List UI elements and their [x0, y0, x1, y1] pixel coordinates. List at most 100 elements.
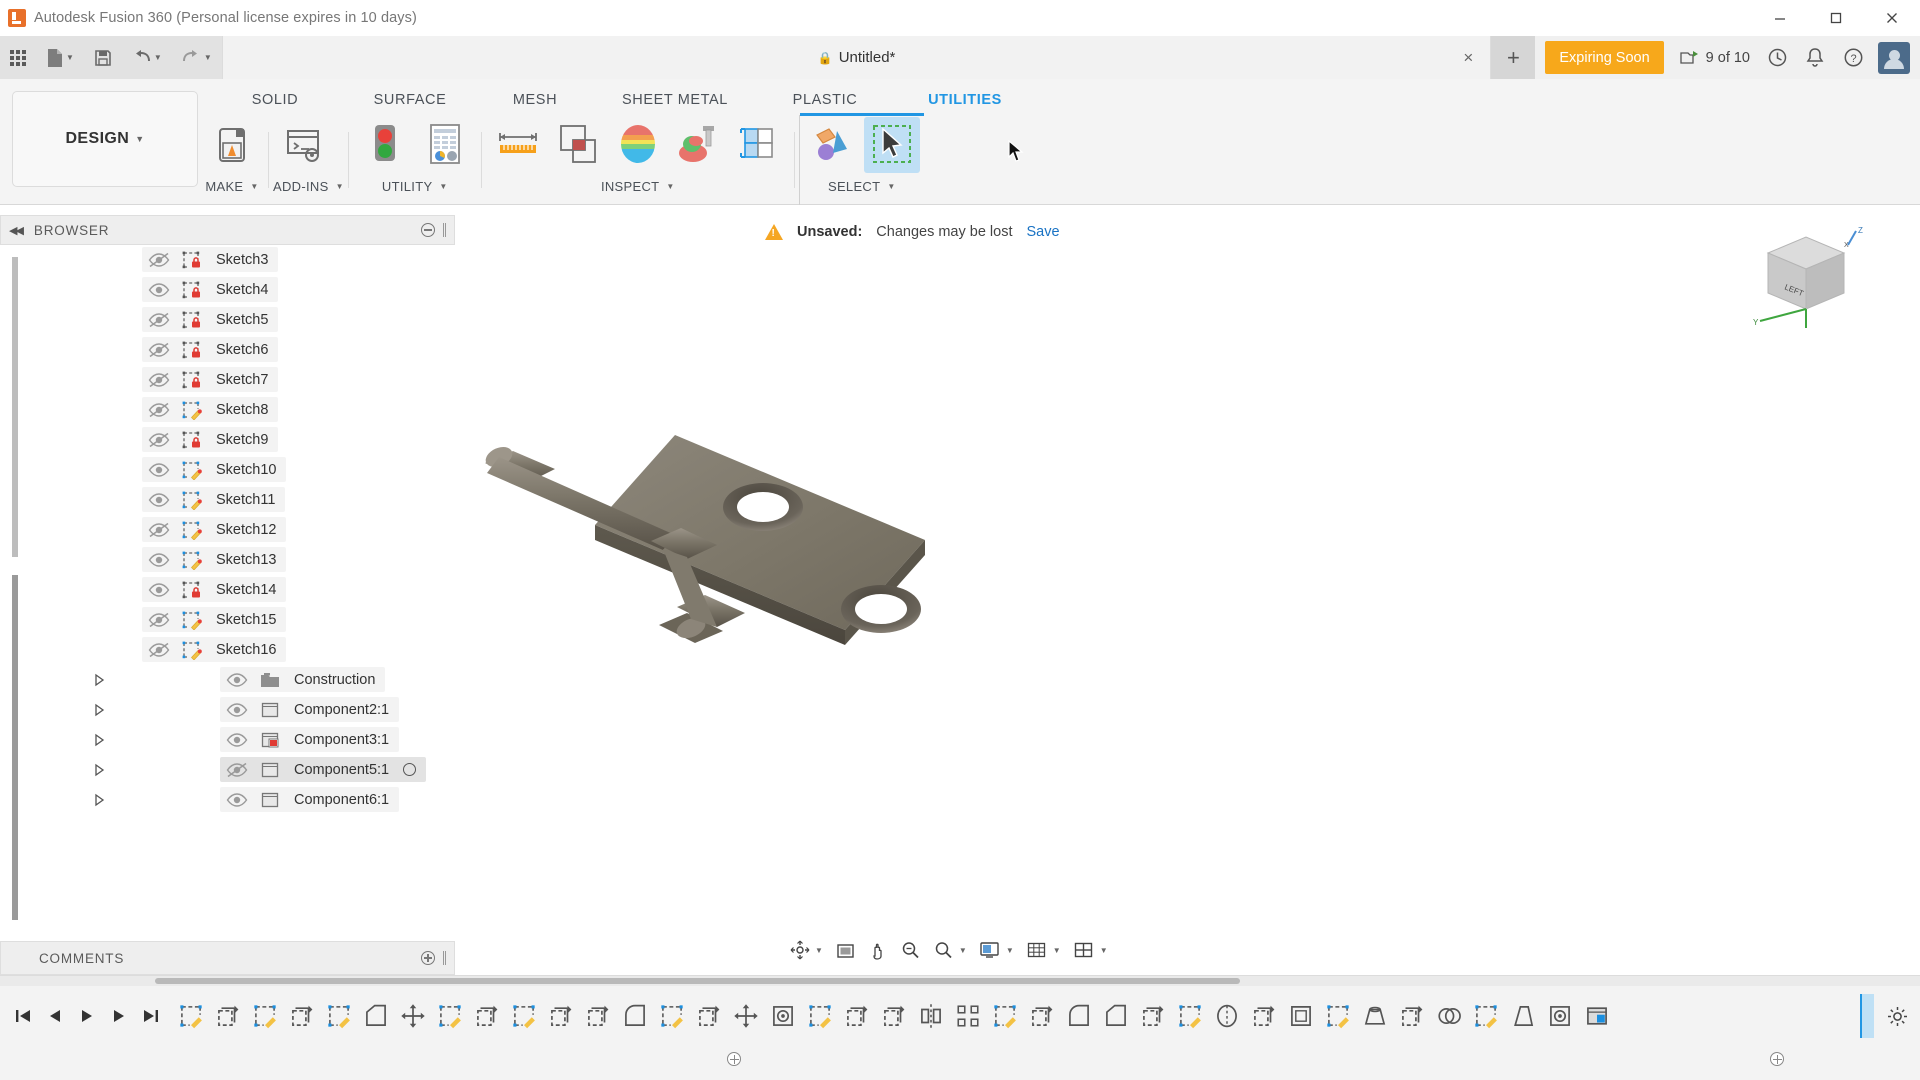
model-3d-hinge-plate[interactable]	[455, 345, 1355, 825]
chevron-down-icon[interactable]: ▼	[439, 182, 447, 191]
expiring-soon-button[interactable]: Expiring Soon	[1545, 41, 1664, 74]
browser-row-component2-1[interactable]: Component2:1	[0, 695, 455, 724]
eye-visible-icon[interactable]	[142, 582, 176, 598]
timeline-fillet-feature[interactable]	[618, 996, 652, 1036]
timeline-extrude-feature[interactable]	[544, 996, 578, 1036]
timeline-scrollbar-track[interactable]	[0, 976, 1920, 986]
script-addin-icon[interactable]	[277, 117, 333, 173]
timeline-loft-feature[interactable]	[1358, 996, 1392, 1036]
timeline-sketch-feature[interactable]	[322, 996, 356, 1036]
viewports-icon[interactable]: ▼	[1068, 934, 1113, 966]
timeline-sketch-feature[interactable]	[174, 996, 208, 1036]
resize-grip-icon[interactable]	[443, 223, 446, 237]
pan-icon[interactable]	[863, 934, 893, 966]
eye-hidden-icon[interactable]	[220, 762, 254, 778]
look-at-icon[interactable]	[830, 934, 861, 966]
expand-triangle-icon[interactable]	[90, 793, 108, 807]
measure-icon[interactable]	[490, 117, 546, 173]
tab-surface[interactable]: SURFACE	[345, 87, 475, 113]
timeline-extrude-feature[interactable]	[211, 996, 245, 1036]
timeline-chamfer-feature[interactable]	[1099, 996, 1133, 1036]
timeline-marker-left[interactable]	[727, 1052, 741, 1066]
browser-row-component5-1[interactable]: Component5:1	[0, 755, 455, 784]
undo-icon[interactable]: ▼	[122, 36, 172, 79]
new-document-icon[interactable]: ▼	[36, 36, 84, 79]
comments-panel[interactable]: COMMENTS	[0, 941, 455, 975]
browser-row-sketch5[interactable]: Sketch5	[0, 305, 455, 334]
minimize-button[interactable]	[1752, 0, 1808, 36]
chevron-down-icon[interactable]: ▼	[336, 182, 344, 191]
timeline-sketch-feature[interactable]	[655, 996, 689, 1036]
timeline-chamfer-feature[interactable]	[359, 996, 393, 1036]
tab-sheet-metal[interactable]: SHEET METAL	[595, 87, 755, 113]
component-color-icon[interactable]	[730, 117, 786, 173]
resize-grip-icon[interactable]	[443, 951, 446, 965]
browser-row-sketch4[interactable]: Sketch4	[0, 275, 455, 304]
collapse-left-icon[interactable]: ◀◀	[9, 224, 24, 237]
tab-utilities[interactable]: UTILITIES	[895, 87, 1035, 113]
timeline-sketch-feature[interactable]	[988, 996, 1022, 1036]
timeline-move-feature[interactable]	[729, 996, 763, 1036]
document-tab-close-button[interactable]: ×	[1458, 48, 1478, 68]
expand-triangle-icon[interactable]	[90, 703, 108, 717]
timeline-sketch-feature[interactable]	[248, 996, 282, 1036]
circle-plus-icon[interactable]	[421, 951, 435, 965]
panel-make-label[interactable]: MAKE	[205, 179, 243, 194]
eye-hidden-icon[interactable]	[142, 252, 176, 268]
eye-visible-icon[interactable]	[142, 492, 176, 508]
browser-row-sketch8[interactable]: Sketch8	[0, 395, 455, 424]
browser-row-sketch11[interactable]: Sketch11	[0, 485, 455, 514]
eye-hidden-icon[interactable]	[142, 522, 176, 538]
browser-row-sketch7[interactable]: Sketch7	[0, 365, 455, 394]
report-icon[interactable]	[417, 117, 473, 173]
expand-triangle-icon[interactable]	[90, 733, 108, 747]
circle-minus-icon[interactable]	[421, 223, 435, 237]
timeline-mirror-feature[interactable]	[914, 996, 948, 1036]
timeline-extrude-feature[interactable]	[581, 996, 615, 1036]
timeline-marker-right[interactable]	[1770, 1052, 1784, 1066]
timeline-settings-icon[interactable]	[1874, 1006, 1920, 1027]
timeline-extrude-feature[interactable]	[1395, 996, 1429, 1036]
eye-visible-icon[interactable]	[142, 282, 176, 298]
eye-visible-icon[interactable]	[220, 672, 254, 688]
draft-analysis-icon[interactable]	[670, 117, 726, 173]
expand-triangle-icon[interactable]	[90, 763, 108, 777]
interference-icon[interactable]	[550, 117, 606, 173]
browser-row-sketch6[interactable]: Sketch6	[0, 335, 455, 364]
eye-hidden-icon[interactable]	[142, 642, 176, 658]
timeline-hole-feature[interactable]	[766, 996, 800, 1036]
jump-start-icon[interactable]	[12, 1003, 34, 1029]
3d-print-icon[interactable]	[204, 117, 260, 173]
browser-row-sketch3[interactable]: Sketch3	[0, 245, 455, 274]
expand-triangle-icon[interactable]	[90, 673, 108, 687]
display-settings-icon[interactable]: ▼	[974, 934, 1019, 966]
timeline-move-feature[interactable]	[396, 996, 430, 1036]
eye-visible-icon[interactable]	[220, 792, 254, 808]
close-button[interactable]	[1864, 0, 1920, 36]
panel-addins-label[interactable]: ADD-INS	[273, 179, 329, 194]
traffic-light-icon[interactable]	[357, 117, 413, 173]
eye-visible-icon[interactable]	[142, 552, 176, 568]
timeline-extrude-feature[interactable]	[1247, 996, 1281, 1036]
eye-visible-icon[interactable]	[142, 462, 176, 478]
save-link[interactable]: Save	[1027, 224, 1060, 240]
browser-row-sketch14[interactable]: Sketch14	[0, 575, 455, 604]
timeline-extrude-feature[interactable]	[470, 996, 504, 1036]
browser-scrollbar-upper[interactable]	[12, 257, 18, 557]
chevron-down-icon[interactable]: ▼	[887, 182, 895, 191]
section-analysis-icon[interactable]	[610, 117, 666, 173]
panel-utility-label[interactable]: UTILITY	[382, 179, 433, 194]
timeline-extrude-feature[interactable]	[877, 996, 911, 1036]
eye-hidden-icon[interactable]	[142, 342, 176, 358]
step-back-icon[interactable]	[44, 1003, 66, 1029]
zoom-icon[interactable]	[895, 934, 926, 966]
timeline-component-feature[interactable]	[1580, 996, 1614, 1036]
eye-visible-icon[interactable]	[220, 702, 254, 718]
timeline-extrude-feature[interactable]	[692, 996, 726, 1036]
timeline-feature-list[interactable]	[174, 994, 1858, 1038]
timeline-scrollbar-thumb[interactable]	[155, 978, 1240, 984]
selection-marker-icon[interactable]	[403, 763, 417, 776]
timeline-sketch-feature[interactable]	[1173, 996, 1207, 1036]
play-icon[interactable]	[76, 1003, 98, 1029]
timeline-extrude-feature[interactable]	[1025, 996, 1059, 1036]
